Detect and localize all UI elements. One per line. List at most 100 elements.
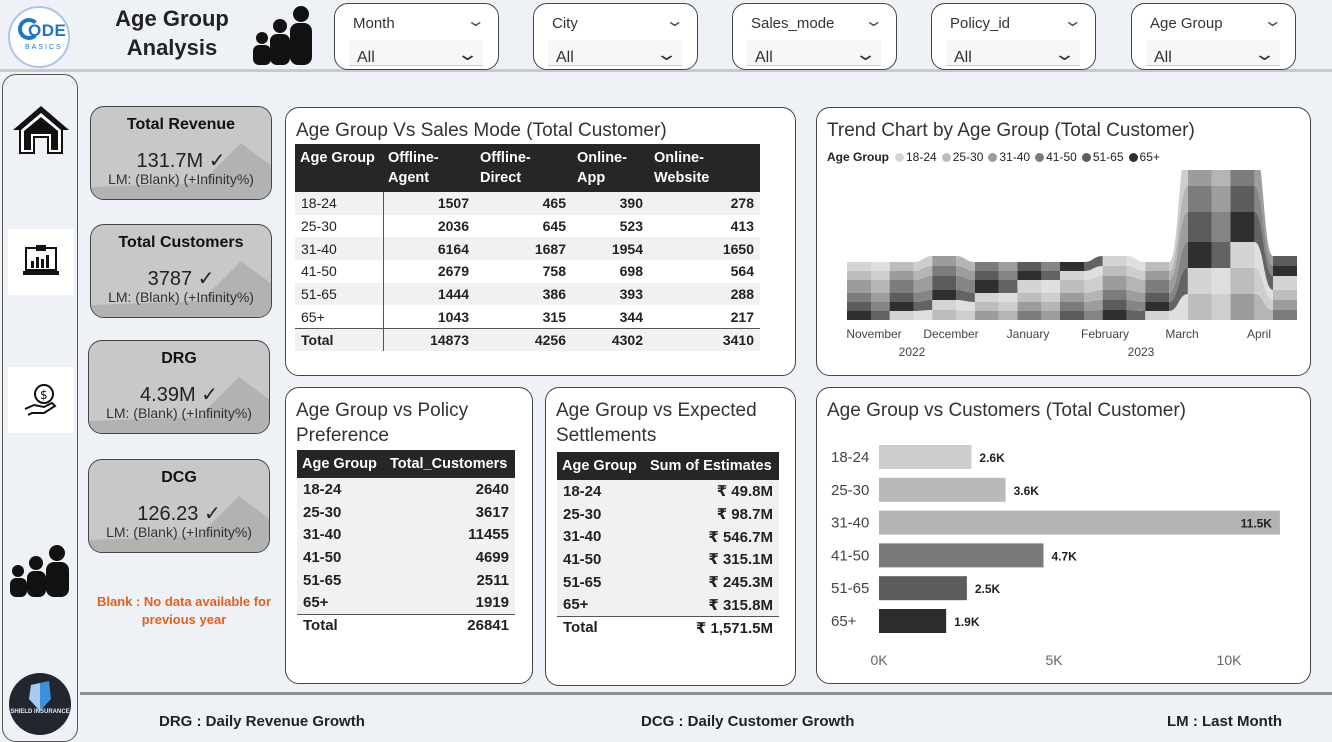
chevron-down-icon[interactable]: ⌄ [1253, 44, 1276, 65]
age-group-dropdown[interactable]: All ⌄ [1146, 40, 1280, 66]
chevron-down-icon[interactable]: ⌄ [456, 44, 479, 65]
blank-note: Blank : No data available for previous y… [96, 594, 272, 627]
table-cell: ₹ 245.3M [645, 570, 779, 594]
table-cell: 344 [619, 308, 643, 325]
sidebar-item-home[interactable] [8, 97, 74, 163]
table-row[interactable]: 41-50 2679 758 698 564 [295, 260, 760, 283]
trend-ribbon [998, 311, 1018, 320]
trend-ribbon-segment [1102, 300, 1127, 310]
legend-item[interactable]: 65+ [1128, 150, 1160, 164]
chevron-down-icon[interactable]: ⌄ [854, 44, 877, 65]
legend-item[interactable]: 31-40 [988, 150, 1030, 164]
data-label: 3.6K [1014, 484, 1040, 498]
legend-item[interactable]: 25-30 [941, 150, 983, 164]
table-row[interactable]: 31-40 11455 [297, 523, 515, 547]
policy-id-dropdown[interactable]: All ⌄ [946, 40, 1080, 66]
legend-item[interactable]: 18-24 [895, 150, 937, 164]
chevron-down-icon[interactable]: ⌄ [465, 11, 485, 31]
table-cell: 2640 [385, 478, 515, 501]
table-cell: 1919 [385, 591, 515, 615]
age-group-icon [10, 545, 69, 597]
month-dropdown[interactable]: All ⌄ [349, 40, 483, 66]
column-header[interactable]: Online-App [572, 144, 649, 192]
table-row[interactable]: 25-30 3617 [297, 500, 515, 524]
y-axis-label: 31-40 [831, 515, 869, 532]
column-header[interactable]: Age Group [297, 450, 385, 478]
bar[interactable] [879, 445, 972, 469]
chevron-down-icon[interactable]: ⌄ [1062, 11, 1082, 31]
table-header: Age Group Sum of Estimates [557, 452, 779, 480]
policy-id-slicer[interactable]: Policy_id ⌄ All ⌄ [931, 3, 1096, 70]
column-header[interactable]: Online-Website [649, 144, 760, 192]
chevron-down-icon[interactable]: ⌄ [1053, 44, 1076, 65]
slicer-value: All [1154, 49, 1172, 66]
table-row[interactable]: 18-24 1507 465 390 278 [295, 192, 760, 215]
table-total-row: Total 14873 4256 4302 3410 [295, 327, 760, 351]
table-row[interactable]: 18-24 ₹ 49.8M [557, 480, 779, 503]
table-row[interactable]: 51-65 1444 386 393 288 [295, 282, 760, 306]
data-label: 2.5K [975, 582, 1001, 596]
settlements-panel: Age Group vs Expected Settlements Age Gr… [545, 387, 796, 686]
sales-mode-dropdown[interactable]: All ⌄ [747, 40, 881, 66]
chevron-down-icon[interactable]: ⌄ [655, 44, 678, 65]
table-total-row: Total 26841 [297, 613, 515, 637]
legend-dot [988, 152, 998, 162]
table-row[interactable]: 51-65 ₹ 245.3M [557, 570, 779, 594]
table-cell: 1650 [649, 237, 760, 261]
table-row[interactable]: 18-24 2640 [297, 478, 515, 501]
month-slicer[interactable]: Month ⌄ All ⌄ [334, 3, 499, 70]
bar[interactable] [879, 543, 1044, 568]
sidebar-item-age-group[interactable] [8, 533, 74, 599]
trend-ribbon [1084, 310, 1103, 320]
table-row[interactable]: 41-50 ₹ 315.1M [557, 548, 779, 571]
sales-mode-slicer[interactable]: Sales_mode ⌄ All ⌄ [732, 3, 897, 70]
bar[interactable] [879, 609, 947, 633]
table-row[interactable]: 65+ 1919 [297, 591, 515, 615]
table-cell: 25-30 [295, 214, 384, 238]
table-row[interactable]: 31-40 ₹ 546.7M [557, 525, 779, 549]
table-cell: 4302 [572, 327, 649, 351]
bar[interactable] [879, 477, 1006, 502]
trend-ribbon-segment [932, 310, 957, 320]
table-row[interactable]: 65+ 1043 315 344 217 [295, 305, 760, 329]
page-title: Age Group Analysis [115, 6, 229, 60]
bar[interactable] [879, 510, 1280, 535]
policy-table: Age Group Total_Customers 18-24 2640 25-3… [297, 450, 515, 637]
column-header[interactable]: Age Group [295, 144, 383, 192]
trend-chart-panel: Trend Chart by Age Group (Total Customer… [816, 107, 1311, 376]
bar[interactable] [879, 576, 967, 601]
data-label: 1.9K [954, 615, 980, 629]
slicer-value: All [556, 49, 574, 66]
column-header[interactable]: Total_Customers [385, 450, 515, 478]
legend-item[interactable]: 51-65 [1081, 150, 1124, 164]
sidebar-item-settlements[interactable]: $ [8, 367, 74, 433]
table-row[interactable]: 31-40 6164 1687 1954 1650 [295, 237, 760, 261]
x-axis-label: February [1081, 327, 1129, 341]
column-header[interactable]: Sum of Estimates [645, 452, 779, 480]
trend-ribbon [871, 311, 890, 320]
table-cell: 2036 [437, 218, 469, 235]
age-group-slicer[interactable]: Age Group ⌄ All ⌄ [1131, 3, 1296, 70]
table-row[interactable]: 41-50 4699 [297, 546, 515, 569]
chevron-down-icon[interactable]: ⌄ [863, 11, 883, 31]
trend-ribbon-segment [847, 280, 871, 293]
legend-item[interactable]: 41-50 [1035, 150, 1077, 164]
table-row[interactable]: 25-30 2036 645 523 413 [295, 214, 760, 238]
column-header[interactable]: Offline-Agent [383, 144, 475, 192]
kpi-title: Total Customers [118, 234, 244, 251]
chevron-down-icon[interactable]: ⌄ [1262, 11, 1282, 31]
city-dropdown[interactable]: All ⌄ [548, 40, 682, 66]
column-header[interactable]: Age Group [557, 452, 645, 480]
column-header[interactable]: Offline-Direct [475, 144, 572, 192]
table-row[interactable]: 65+ ₹ 315.8M [557, 593, 779, 617]
table-cell: ₹ 315.1M [645, 548, 779, 571]
table-row[interactable]: 51-65 2511 [297, 568, 515, 592]
table-row[interactable]: 25-30 ₹ 98.7M [557, 502, 779, 526]
trend-ribbon [871, 262, 890, 271]
chevron-down-icon[interactable]: ⌄ [664, 11, 684, 31]
city-slicer[interactable]: City ⌄ All ⌄ [533, 3, 698, 70]
trend-ribbon-segment [847, 262, 871, 271]
sidebar-item-kpi-dashboard[interactable] [8, 229, 74, 295]
trend-ribbon-segment [974, 271, 999, 280]
table-cell: 1687 [475, 237, 572, 261]
